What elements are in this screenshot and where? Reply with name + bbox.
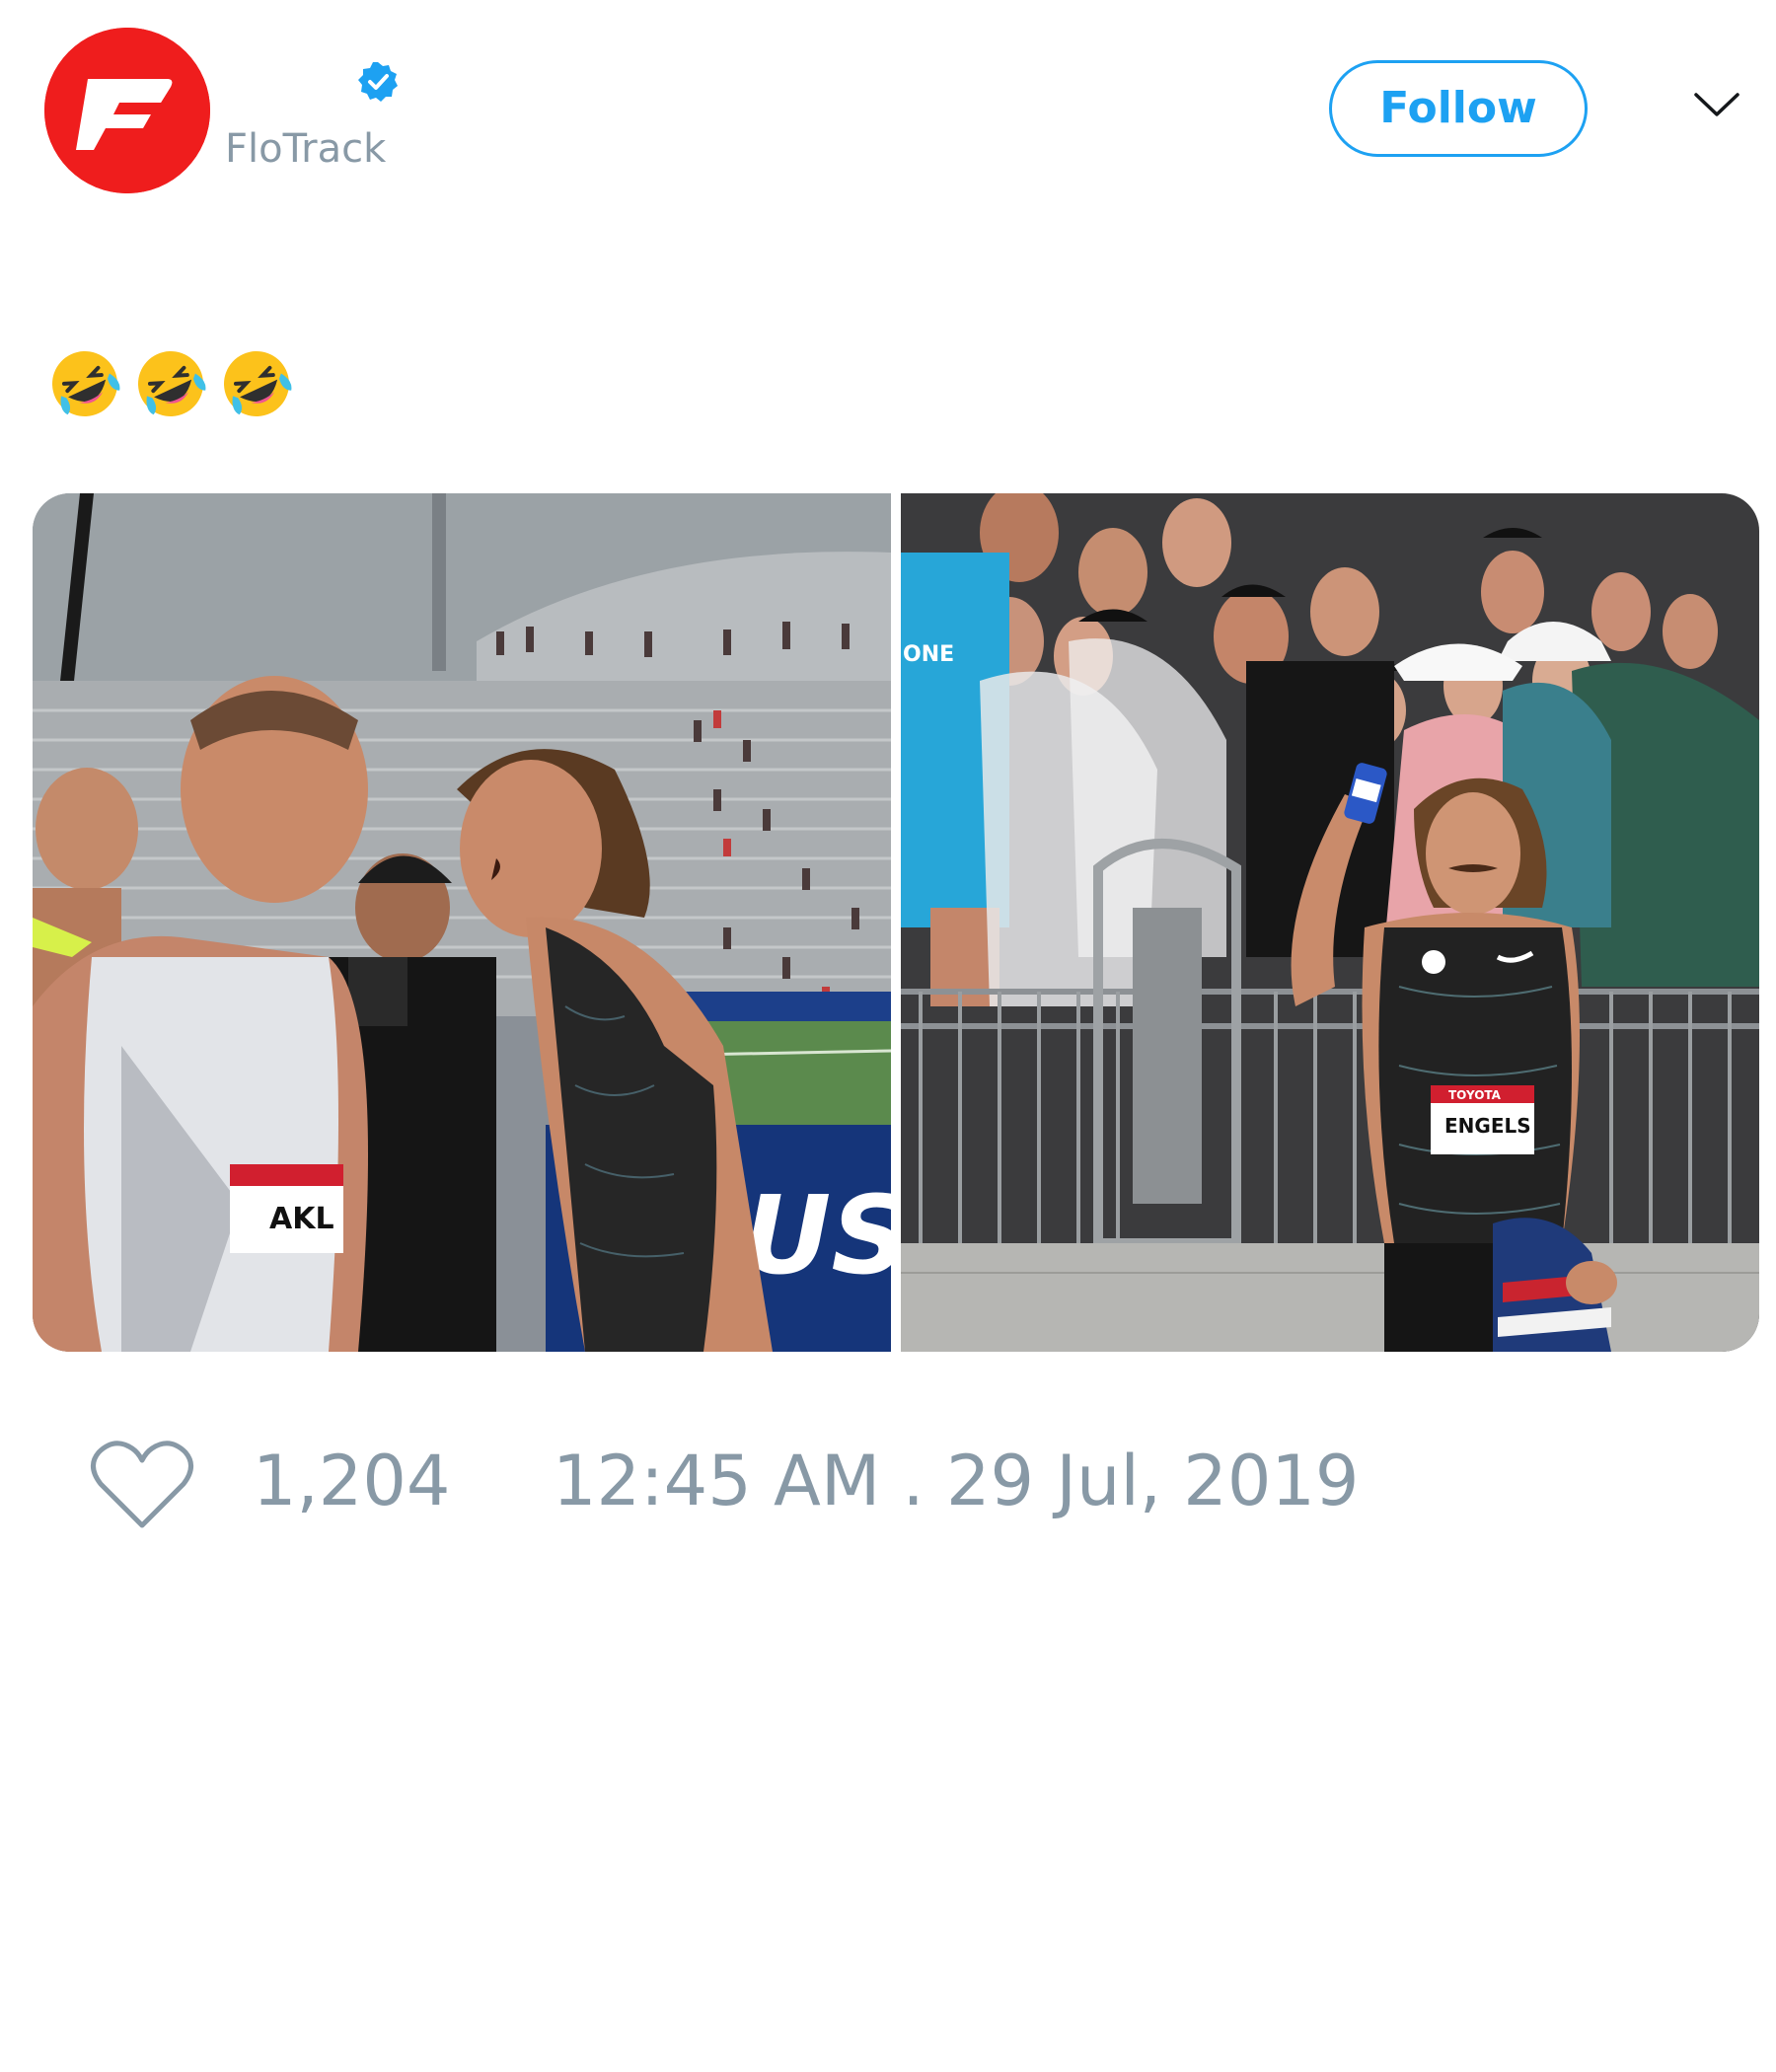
rolling-on-floor-laughing-emoji-icon [218, 345, 295, 422]
rolling-on-floor-laughing-emoji-icon [132, 345, 209, 422]
verified-badge-icon [358, 62, 398, 102]
chevron-down-icon[interactable] [1692, 89, 1741, 120]
tweet-footer: 1,204 12:45 AM . 29 Jul, 2019 [0, 1421, 1776, 1539]
tweet-timestamp[interactable]: 12:45 AM . 29 Jul, 2019 [553, 1441, 1359, 1521]
tweet-header: FloTrack Follow [0, 0, 1776, 217]
bib-text-left: AKL [269, 1202, 334, 1236]
follow-button[interactable]: Follow [1329, 60, 1588, 157]
bib-text-right: ENGELS [1444, 1114, 1531, 1138]
shirt-text: ONE [903, 642, 954, 667]
tweet-media: USA AKL [33, 493, 1759, 1352]
tweet-text: 🤣🤣🤣 [46, 345, 304, 434]
usa-sign-text: USA [743, 1172, 891, 1298]
bib-sponsor-text: TOYOTA [1448, 1088, 1502, 1102]
avatar[interactable] [44, 28, 210, 193]
flotrack-logo-icon [44, 28, 210, 193]
photo-runner-crowd[interactable]: ONE TOYOTA ENGELS [901, 493, 1759, 1352]
photo-runners-stadium[interactable]: USA AKL [33, 493, 891, 1352]
rolling-on-floor-laughing-emoji-icon [46, 345, 123, 422]
heart-icon[interactable] [89, 1437, 195, 1531]
like-count[interactable]: 1,204 [253, 1441, 450, 1521]
user-handle[interactable]: FloTrack [225, 126, 386, 172]
